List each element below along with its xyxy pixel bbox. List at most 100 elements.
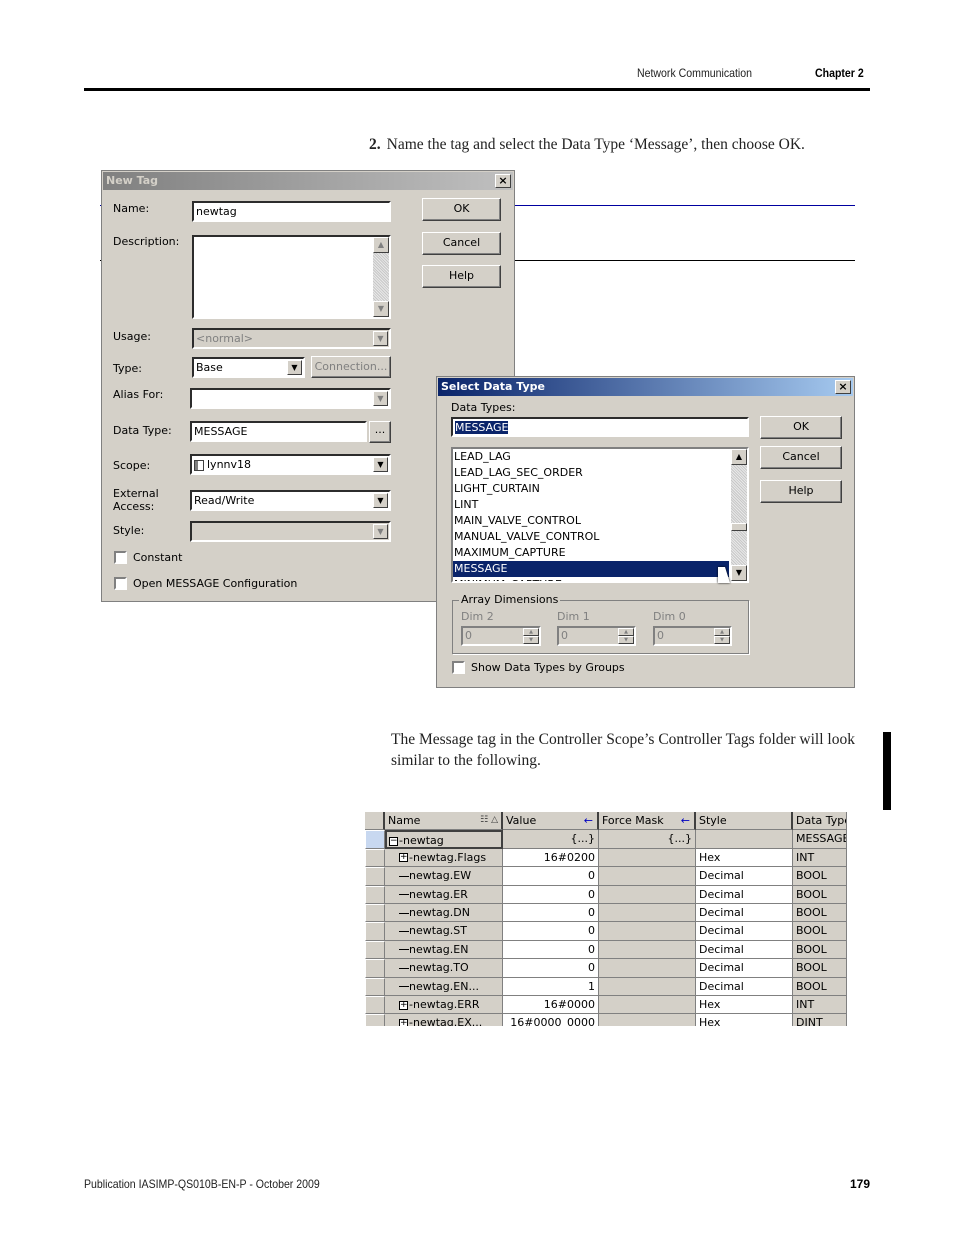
- show-groups-checkbox[interactable]: [452, 661, 465, 674]
- tag-name-cell[interactable]: newtag.ST: [385, 922, 503, 941]
- table-row[interactable]: newtag.DN 0 Decimal BOOL: [365, 904, 847, 923]
- tag-force-mask-cell[interactable]: [599, 867, 696, 886]
- table-row[interactable]: newtag.EW 0 Decimal BOOL: [365, 867, 847, 886]
- close-icon[interactable]: ×: [495, 174, 511, 188]
- data-type-input[interactable]: MESSAGE: [190, 421, 367, 442]
- tag-force-mask-cell[interactable]: [599, 885, 696, 904]
- alias-for-select[interactable]: ▼: [190, 388, 391, 409]
- row-header[interactable]: [365, 885, 385, 904]
- tag-style-cell[interactable]: Decimal: [696, 885, 793, 904]
- collapse-icon[interactable]: −: [389, 836, 398, 846]
- tag-name-cell[interactable]: +-newtag.ERR: [385, 996, 503, 1015]
- tag-value-cell[interactable]: 0: [503, 904, 599, 923]
- table-row[interactable]: newtag.EN... 1 Decimal BOOL: [365, 977, 847, 996]
- data-type-list-item[interactable]: LINT: [453, 497, 729, 513]
- row-header[interactable]: [365, 830, 385, 849]
- tag-value-cell[interactable]: 16#0000: [503, 996, 599, 1015]
- tag-name-cell[interactable]: −-newtag: [385, 830, 503, 849]
- row-header[interactable]: [365, 904, 385, 923]
- tag-name-cell[interactable]: +-newtag.EX...: [385, 1014, 503, 1026]
- data-type-list-item[interactable]: MAIN_VALVE_CONTROL: [453, 513, 729, 529]
- data-type-list-item[interactable]: MINIMUM_CAPTURE: [453, 577, 729, 581]
- scroll-down-icon[interactable]: ▼: [731, 565, 747, 581]
- tag-value-cell[interactable]: 16#0200: [503, 848, 599, 868]
- data-type-list-item[interactable]: LEAD_LAG_SEC_ORDER: [453, 465, 729, 481]
- table-row[interactable]: newtag.EN 0 Decimal BOOL: [365, 940, 847, 960]
- tag-style-cell[interactable]: Decimal: [696, 940, 793, 960]
- chevron-down-icon[interactable]: ▼: [373, 493, 388, 508]
- scope-select[interactable]: lynnv18 ▼: [190, 454, 391, 475]
- help-button[interactable]: Help: [760, 480, 842, 503]
- tag-style-cell[interactable]: Hex: [696, 996, 793, 1015]
- tag-value-cell[interactable]: {...}: [503, 830, 599, 849]
- expand-icon[interactable]: +: [399, 1000, 408, 1010]
- tag-force-mask-cell[interactable]: [599, 904, 696, 923]
- cancel-button[interactable]: Cancel: [422, 232, 501, 255]
- dim2-spinner[interactable]: 0 ▲ ▼: [461, 626, 541, 646]
- tag-data-type-cell[interactable]: BOOL: [793, 940, 847, 960]
- tag-name-cell[interactable]: newtag.ER: [385, 885, 503, 904]
- tag-force-mask-cell[interactable]: [599, 996, 696, 1015]
- row-header[interactable]: [365, 977, 385, 996]
- name-input[interactable]: newtag: [192, 201, 391, 222]
- tag-data-type-cell[interactable]: MESSAGE: [793, 830, 847, 849]
- sort-ascending-icon[interactable]: ☷ △: [480, 812, 498, 829]
- row-header[interactable]: [365, 848, 385, 868]
- tag-style-cell[interactable]: Decimal: [696, 922, 793, 941]
- tag-value-cell[interactable]: 0: [503, 959, 599, 978]
- column-header-style[interactable]: Style: [696, 812, 793, 831]
- data-type-list-item[interactable]: MANUAL_VALVE_CONTROL: [453, 529, 729, 545]
- tag-data-type-cell[interactable]: INT: [793, 848, 847, 868]
- column-header-value[interactable]: Value ←: [503, 812, 599, 831]
- expand-icon[interactable]: +: [399, 1018, 408, 1026]
- tag-style-cell[interactable]: Decimal: [696, 867, 793, 886]
- tag-value-cell[interactable]: 1: [503, 977, 599, 996]
- tag-value-cell[interactable]: 0: [503, 940, 599, 960]
- tag-data-type-cell[interactable]: BOOL: [793, 885, 847, 904]
- expand-icon[interactable]: +: [399, 853, 408, 863]
- tag-name-cell[interactable]: newtag.EW: [385, 867, 503, 886]
- style-select[interactable]: ▼: [190, 521, 391, 542]
- close-icon[interactable]: ×: [835, 380, 851, 394]
- table-row[interactable]: newtag.ER 0 Decimal BOOL: [365, 885, 847, 904]
- spin-down-icon[interactable]: ▼: [523, 636, 539, 644]
- scroll-up-icon[interactable]: ▲: [373, 237, 389, 253]
- tag-data-type-cell[interactable]: BOOL: [793, 922, 847, 941]
- ok-button[interactable]: OK: [760, 416, 842, 439]
- data-types-input[interactable]: MESSAGE: [451, 417, 749, 437]
- tag-style-cell[interactable]: Decimal: [696, 904, 793, 923]
- scroll-thumb[interactable]: [731, 523, 747, 531]
- tag-force-mask-cell[interactable]: [599, 959, 696, 978]
- select-data-type-titlebar[interactable]: Select Data Type ×: [438, 378, 853, 396]
- row-header[interactable]: [365, 996, 385, 1015]
- tag-value-cell[interactable]: 16#0000_0000: [503, 1014, 599, 1026]
- ok-button[interactable]: OK: [422, 198, 501, 221]
- tag-force-mask-cell[interactable]: {...}: [599, 830, 696, 849]
- spin-up-icon[interactable]: ▲: [618, 628, 634, 636]
- scroll-up-icon[interactable]: ▲: [731, 449, 747, 465]
- table-row[interactable]: +-newtag.EX... 16#0000_0000 Hex DINT: [365, 1014, 847, 1026]
- cancel-button[interactable]: Cancel: [760, 446, 842, 469]
- table-row[interactable]: newtag.ST 0 Decimal BOOL: [365, 922, 847, 941]
- description-input[interactable]: ▲ ▼: [192, 235, 391, 319]
- tag-style-cell[interactable]: Hex: [696, 848, 793, 868]
- column-header-name[interactable]: Name ☷ △: [385, 812, 503, 831]
- constant-checkbox[interactable]: [114, 551, 127, 564]
- tag-force-mask-cell[interactable]: [599, 922, 696, 941]
- scroll-down-icon[interactable]: ▼: [373, 301, 389, 317]
- tag-data-type-cell[interactable]: BOOL: [793, 959, 847, 978]
- row-header[interactable]: [365, 940, 385, 960]
- tag-value-cell[interactable]: 0: [503, 922, 599, 941]
- dim0-spinner[interactable]: 0 ▲ ▼: [653, 626, 732, 646]
- spin-down-icon[interactable]: ▼: [714, 636, 730, 644]
- tag-data-type-cell[interactable]: DINT: [793, 1014, 847, 1026]
- usage-select[interactable]: <normal> ▼: [192, 328, 391, 349]
- browse-data-type-button[interactable]: ...: [369, 421, 391, 443]
- table-row[interactable]: newtag.TO 0 Decimal BOOL: [365, 959, 847, 978]
- external-access-select[interactable]: Read/Write ▼: [190, 490, 391, 511]
- chevron-down-icon[interactable]: ▼: [373, 457, 388, 472]
- tag-name-cell[interactable]: newtag.EN: [385, 940, 503, 960]
- connection-button[interactable]: Connection...: [311, 356, 391, 378]
- tag-name-cell[interactable]: newtag.DN: [385, 904, 503, 923]
- data-type-list-item[interactable]: MAXIMUM_CAPTURE: [453, 545, 729, 561]
